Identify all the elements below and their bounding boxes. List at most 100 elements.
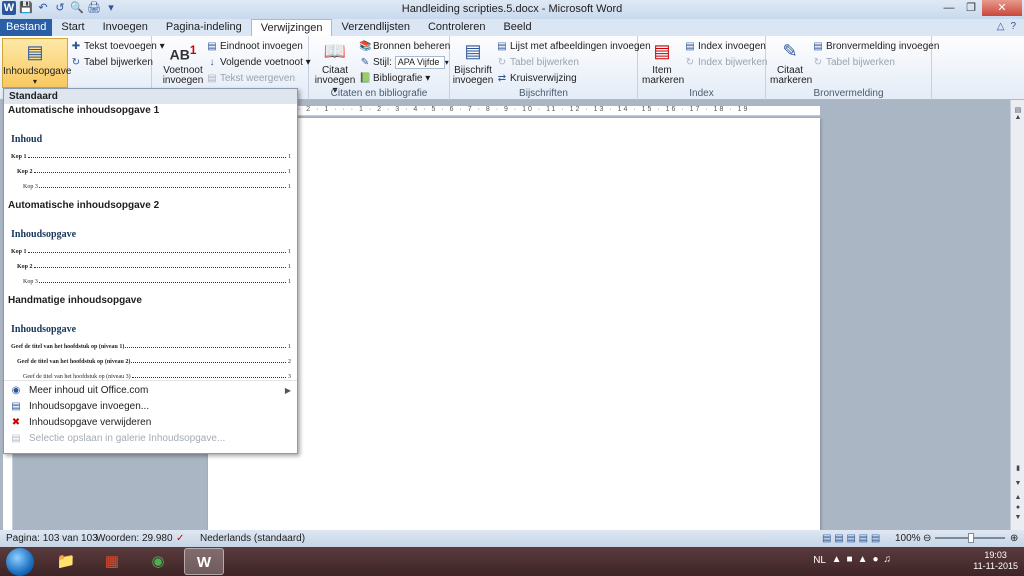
toc-commands: ◉ Meer inhoud uit Office.com ▶ ▤ Inhoudsopga… [4,381,297,447]
toc-line-leader [27,252,286,253]
next-footnote-icon: ↓ [209,57,215,68]
show-notes-button[interactable]: ▤ Tekst weergeven [206,71,295,86]
endnote-icon: ▤ [207,41,217,52]
menu-command-label: Inhoudsopgave invoegen... [29,401,150,412]
tab-invoegen[interactable]: Invoegen [94,19,157,36]
word-count[interactable]: Woorden: 29.980 [96,530,173,547]
insert-footnote-button[interactable]: AB1 Voetnoot invoegen [160,38,206,86]
browse-object-icon[interactable]: ● [1013,504,1023,511]
manage-sources-button[interactable]: 📚 Bronnen beheren [359,39,450,54]
toc-dropdown-menu: Standaard Automatische inhoudsopgave 1 In… [3,88,298,454]
prev-page-icon[interactable]: ▲ [1013,494,1023,501]
tab-beeld[interactable]: Beeld [494,19,540,36]
mark-entry-button[interactable]: ▤ Item markeren [642,38,684,86]
toc-gallery-item[interactable]: Automatische inhoudsopgave 2 Inhoudsopgav… [4,199,297,294]
word-taskbar-icon[interactable]: W [184,548,224,575]
close-icon[interactable]: ✕ [982,0,1022,16]
cross-reference-icon: ⇄ [497,73,507,84]
tab-verzendlijsten[interactable]: Verzendlijsten [332,19,419,36]
restore-icon[interactable]: ❐ [960,0,982,16]
update-table-icon: ↻ [71,57,81,68]
insert-authorities-icon: ▤ [813,41,823,52]
toc-preview-line: Kop 11 [4,240,297,255]
view-buttons[interactable]: ▤ ▤ ▤ ▤ ▤ [822,530,880,547]
status-bar: Pagina: 103 van 103 Woorden: 29.980 ✓ Ne… [0,530,1024,547]
update-index-button[interactable]: ↻ Index bijwerken [684,55,768,70]
update-authorities-icon: ↻ [813,57,823,68]
ruler-toggle-icon[interactable]: ▤ [1013,106,1023,114]
help-icon[interactable]: ? [1010,19,1016,36]
scroll-down-icon[interactable]: ▼ [1013,480,1023,487]
mark-citation-button[interactable]: ✎ Citaat markeren [770,38,812,86]
captions-group-label: Bijschriften [519,88,568,99]
next-footnote-button[interactable]: ↓ Volgende voetnoot ▾ [206,55,311,70]
gallery-spacer [4,308,297,324]
update-table-button[interactable]: ↻ Tabel bijwerken [70,55,153,70]
tab-verwijzingen[interactable]: Verwijzingen [250,19,333,36]
toc-preview-line: Kop 21 [4,255,297,270]
tab-controleren[interactable]: Controleren [419,19,494,36]
document-page[interactable] [208,118,820,530]
toc-line-leader [131,377,286,378]
bibliography-button[interactable]: 📗 Bibliografie ▾ [359,71,430,86]
toc-preview-line: Geef de titel van het hoofdstuk op (nive… [4,350,297,365]
minimize-icon[interactable]: — [938,0,960,16]
menu-command-1[interactable]: ◉ Meer inhoud uit Office.com ▶ [4,383,297,399]
tab-bestand[interactable]: Bestand [0,19,53,36]
next-page-icon[interactable]: ▼ [1013,514,1023,521]
vertical-scrollbar[interactable]: ▤ ▲ ▮ ▼ ▲ ● ▼ [1010,100,1024,530]
zoom-thumb[interactable] [968,533,974,543]
update-authorities-button[interactable]: ↻ Tabel bijwerken [812,55,895,70]
window-controls: — ❐ ✕ [938,0,1022,16]
menu-command-label: Selectie opslaan in galerie Inhoudsopgav… [29,433,226,444]
gallery-spacer [4,213,297,229]
horizontal-ruler[interactable]: · 2 · 1 · · · 1 · 2 · 3 · 4 · 5 · 6 · 7 … [298,106,820,116]
start-button[interactable] [6,548,34,576]
style-dropdown[interactable]: APA Vijfde [394,55,445,69]
remove-toc-icon: ✖ [11,417,21,428]
tab-pagina-indeling[interactable]: Pagina-indeling [157,19,251,36]
toc-line-leader [125,347,286,348]
gallery-spacer [4,118,297,134]
authorities-group-label: Bronvermelding [813,88,884,99]
insert-endnote-button[interactable]: ▤ Eindnoot invoegen [206,39,303,54]
insert-authorities-button[interactable]: ▤ Bronvermelding invoegen [812,39,939,54]
insert-caption-button[interactable]: ▤ Bijschrift invoegen [452,38,494,86]
index-group: ▤ Item markeren ▤ Index invoegen ↻ Index b… [638,36,768,100]
tray-icons[interactable]: ▲■▲●♫ [832,554,896,565]
cross-reference-button[interactable]: ⇄ Kruisverwijzing [496,71,577,86]
page-count[interactable]: Pagina: 103 van 103 [6,530,98,547]
style-select[interactable]: ✎ Stijl: APA Vijfde ▾ [359,55,449,70]
clock[interactable]: 19:03 11-11-2015 [973,550,1018,572]
clock-time: 19:03 [984,550,1007,560]
toc-preview-line: Kop 3 1 [4,175,297,190]
update-figures-icon: ↻ [497,57,507,68]
chrome-icon[interactable]: ◉ [138,548,178,575]
manage-sources-icon: 📚 [359,41,372,52]
tray-language[interactable]: NL [813,555,826,566]
toc-gallery-item[interactable]: Automatische inhoudsopgave 1 Inhoud Kop 11… [4,104,297,199]
menu-command-2[interactable]: ▤ Inhoudsopgave invoegen... [4,399,297,415]
proofing-icon[interactable]: ✓ [176,530,184,547]
toc-gallery-item[interactable]: Handmatige inhoudsopgave Inhoudsopgave Gee… [4,294,297,380]
scroll-thumb[interactable]: ▮ [1013,464,1023,472]
scroll-up-icon[interactable]: ▲ [1013,114,1023,121]
menu-command-3[interactable]: ✖ Inhoudsopgave verwijderen [4,415,297,431]
gallery-item-title: Automatische inhoudsopgave 1 [8,105,160,116]
toc-preview-heading: Inhoud [11,134,43,145]
insert-index-button[interactable]: ▤ Index invoegen [684,39,766,54]
language-status[interactable]: Nederlands (standaard) [200,530,305,547]
explorer-icon[interactable]: 📁 [46,548,86,575]
office-com-icon: ◉ [11,385,21,396]
zoom-out-icon[interactable]: ⊖ [923,530,931,547]
add-text-button[interactable]: ✚ Tekst toevoegen ▾ [70,39,165,54]
minimize-ribbon-icon[interactable]: △ [997,19,1005,36]
update-figures-table-button[interactable]: ↻ Tabel bijwerken [496,55,579,70]
toc-line-label: Kop 3 [23,184,38,190]
insert-table-of-figures-button[interactable]: ▤ Lijst met afbeeldingen invoegen [496,39,650,54]
tab-start[interactable]: Start [52,19,93,36]
apps-icon[interactable]: ▦ [92,548,132,575]
zoom-in-icon[interactable]: ⊕ [1010,530,1018,547]
toc-button[interactable]: ▤ Inhoudsopgave ▾ [2,38,71,88]
zoom-level[interactable]: 100% [895,530,921,547]
